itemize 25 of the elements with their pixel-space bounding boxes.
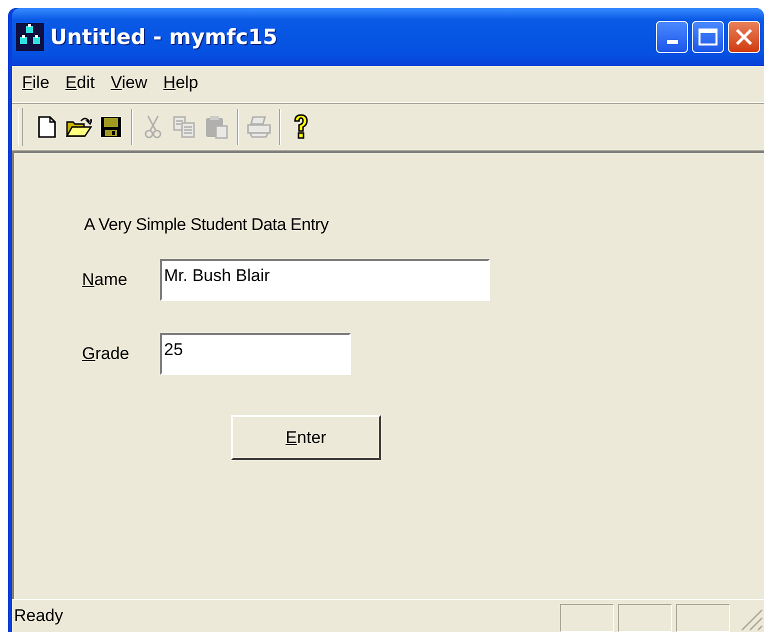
open-folder-icon[interactable] — [66, 116, 92, 138]
new-document-icon[interactable] — [38, 116, 56, 138]
field-label: Grade — [82, 344, 130, 364]
maximize-button[interactable] — [692, 21, 724, 53]
window-title: Untitled - mymfc15 — [50, 25, 278, 49]
maximize-icon — [698, 28, 718, 46]
app-icon[interactable] — [16, 23, 44, 51]
field-label: Name — [82, 270, 128, 290]
status-pane — [618, 604, 672, 632]
minimize-icon — [666, 40, 678, 44]
menu-item[interactable]: File — [14, 70, 58, 96]
status-pane — [676, 604, 730, 632]
close-button[interactable] — [728, 21, 760, 53]
close-icon — [735, 28, 753, 46]
menu-item[interactable]: Help — [155, 70, 206, 96]
text-field[interactable]: 25 — [160, 333, 351, 375]
help-icon[interactable] — [293, 114, 309, 140]
menu-item[interactable]: View — [102, 70, 156, 96]
form-heading: A Very Simple Student Data Entry — [84, 215, 329, 235]
text-field[interactable]: Mr. Bush Blair — [160, 259, 490, 301]
menu-item[interactable]: Edit — [57, 70, 103, 96]
enter-button[interactable]: Enter — [231, 415, 381, 460]
minimize-button[interactable] — [656, 21, 688, 53]
status-pane — [560, 604, 614, 632]
status-text: Ready — [14, 606, 64, 626]
